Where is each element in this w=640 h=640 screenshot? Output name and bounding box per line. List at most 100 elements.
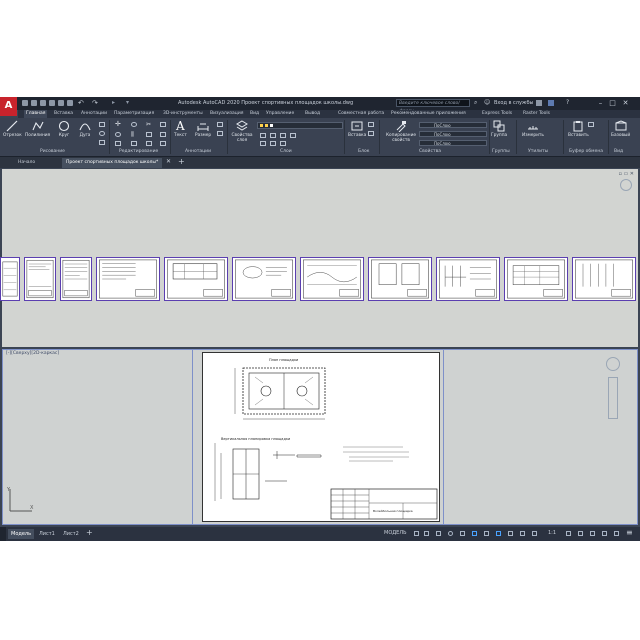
tab-insert[interactable]: Вставка <box>54 110 73 118</box>
tab-home[interactable]: Главная <box>24 110 48 118</box>
print-icon[interactable] <box>67 100 73 106</box>
save-icon[interactable] <box>40 100 46 106</box>
new-tab-icon[interactable]: + <box>178 157 185 166</box>
object-snap-tracking-icon[interactable] <box>472 531 477 536</box>
file-tab-start[interactable]: Начало <box>14 158 39 168</box>
open-icon[interactable] <box>31 100 37 106</box>
layer-freeze-tool-icon[interactable] <box>260 141 266 146</box>
tab-annotate[interactable]: Аннотации <box>81 110 107 118</box>
file-tab-project[interactable]: Проект спортивных площадок школы* <box>62 158 163 168</box>
layer-properties-tool[interactable]: Свойства слоя <box>231 120 253 143</box>
array-icon[interactable] <box>146 141 152 146</box>
layer-lock-icon[interactable] <box>270 141 276 146</box>
object-snap-icon[interactable] <box>484 531 489 536</box>
offset-icon[interactable] <box>160 141 166 146</box>
quick-properties-icon[interactable] <box>602 531 607 536</box>
sheet-thumbnail[interactable] <box>60 257 92 301</box>
layer-unlock-icon[interactable] <box>280 141 286 146</box>
mirror-icon[interactable]: ⫼ <box>131 132 137 138</box>
tab-express-tools[interactable]: Express Tools <box>482 110 512 118</box>
model-space-toggle[interactable]: МОДЕЛЬ <box>384 530 407 536</box>
sheet-thumbnail[interactable] <box>504 257 568 301</box>
help-icon[interactable]: ? <box>566 99 569 106</box>
arc-tool[interactable]: Дуга <box>79 120 91 138</box>
workspace-gear-icon[interactable] <box>566 531 571 536</box>
units-icon[interactable] <box>590 531 595 536</box>
layer-off-icon[interactable] <box>290 133 296 138</box>
undo-icon[interactable]: ↶ <box>78 100 84 107</box>
close-tab-icon[interactable]: ✕ <box>166 158 171 165</box>
scale-icon[interactable] <box>131 141 137 146</box>
table-icon[interactable] <box>217 131 223 136</box>
tab-3d-tools[interactable]: 3D-инструменты <box>163 110 203 118</box>
lineweight-dropdown[interactable]: ПоСлою <box>419 131 487 137</box>
circle-tool[interactable]: Круг <box>58 120 70 138</box>
base-tool[interactable]: Базовый <box>611 120 630 138</box>
paste-tool[interactable]: Вставить <box>568 120 589 138</box>
sheet-thumbnail[interactable] <box>0 257 20 301</box>
sign-in-button[interactable]: Вход в службы <box>494 100 533 106</box>
isodraft-icon[interactable] <box>460 531 465 536</box>
polar-icon[interactable] <box>448 531 453 536</box>
layout-tab-sheet2[interactable]: Лист2 <box>60 529 82 539</box>
tab-manage[interactable]: Управление <box>266 110 294 118</box>
sheet-thumbnail[interactable] <box>368 257 432 301</box>
sheet-thumbnail[interactable] <box>24 257 56 301</box>
viewcube-icon[interactable] <box>620 179 632 191</box>
layout-tab-sheet1[interactable]: Лист1 <box>36 529 58 539</box>
match-layer-icon[interactable] <box>270 133 276 138</box>
minimize-button[interactable]: – <box>596 99 605 107</box>
explode-icon[interactable] <box>160 132 166 137</box>
create-block-icon[interactable] <box>368 122 374 127</box>
sheet-thumbnail[interactable] <box>572 257 636 301</box>
copy-icon[interactable] <box>115 132 121 137</box>
cart-icon[interactable] <box>536 100 542 106</box>
transparency-icon[interactable] <box>508 531 513 536</box>
erase-icon[interactable] <box>160 122 166 127</box>
tab-view[interactable]: Вид <box>250 110 259 118</box>
tab-collaborate[interactable]: Совместная работа <box>338 110 384 118</box>
clipboard-panel-title[interactable]: Буфер обмена <box>569 149 603 154</box>
tab-featured-apps[interactable]: Рекомендованные приложения <box>391 110 466 118</box>
view-panel-title[interactable]: Вид <box>614 149 623 154</box>
modify-panel-title[interactable]: Редактирование <box>119 149 158 154</box>
annotation-monitor-icon[interactable] <box>578 531 583 536</box>
stretch-icon[interactable] <box>115 141 121 146</box>
rectangle-icon[interactable] <box>99 122 105 127</box>
move-icon[interactable]: ✛ <box>115 121 121 128</box>
annotation-scale[interactable]: 1:1 <box>548 530 556 536</box>
ellipse-icon[interactable] <box>99 131 105 136</box>
annotation-panel-title[interactable]: Аннотации <box>185 149 211 154</box>
color-dropdown[interactable]: ПоСлою <box>419 122 487 128</box>
drawing-canvas-bottom[interactable]: [-][Сверху][2D-каркас] Y X План площадки… <box>2 349 638 525</box>
text-tool[interactable]: A Текст <box>174 120 187 138</box>
lineweight-icon[interactable] <box>496 531 501 536</box>
layer-isolate-icon[interactable] <box>280 133 286 138</box>
grid-icon[interactable] <box>414 531 419 536</box>
layout-tab-model[interactable]: Модель <box>8 529 35 539</box>
utilities-panel-title[interactable]: Утилиты <box>528 149 548 154</box>
new-icon[interactable] <box>22 100 28 106</box>
match-properties-tool[interactable]: Копирование свойств <box>384 120 418 143</box>
dimension-tool[interactable]: Размер <box>195 120 211 138</box>
tab-output[interactable]: Вывод <box>305 110 320 118</box>
block-panel-title[interactable]: Блок <box>358 149 369 154</box>
sheet-thumbnail[interactable] <box>436 257 500 301</box>
tab-parametric[interactable]: Параметризация <box>114 110 154 118</box>
insert-block-tool[interactable]: Вставка <box>348 120 366 138</box>
layers-panel-title[interactable]: Слои <box>280 149 292 154</box>
save-as-icon[interactable] <box>49 100 55 106</box>
clean-screen-icon[interactable] <box>614 531 619 536</box>
copy-clip-icon[interactable] <box>588 122 594 127</box>
viewport-label[interactable]: [-][Сверху][2D-каркас] <box>6 351 59 356</box>
close-button[interactable]: ✕ <box>621 99 630 107</box>
web-mobile-icon[interactable] <box>58 100 64 106</box>
tab-visualize[interactable]: Визуализация <box>210 110 243 118</box>
share-icon[interactable]: ▸ <box>112 100 122 106</box>
viewport-controls[interactable]: ▫ ▭ ✕ <box>619 171 634 177</box>
customization-menu-icon[interactable]: ≡ <box>626 528 633 537</box>
navigation-bar[interactable] <box>608 377 618 419</box>
polyline-tool[interactable]: Полилиния <box>25 120 50 138</box>
search-input[interactable]: Введите ключевое слово/фразу <box>396 99 470 114</box>
drawing-sheet[interactable]: План площадки Вертикальная планировка пл… <box>202 352 440 522</box>
